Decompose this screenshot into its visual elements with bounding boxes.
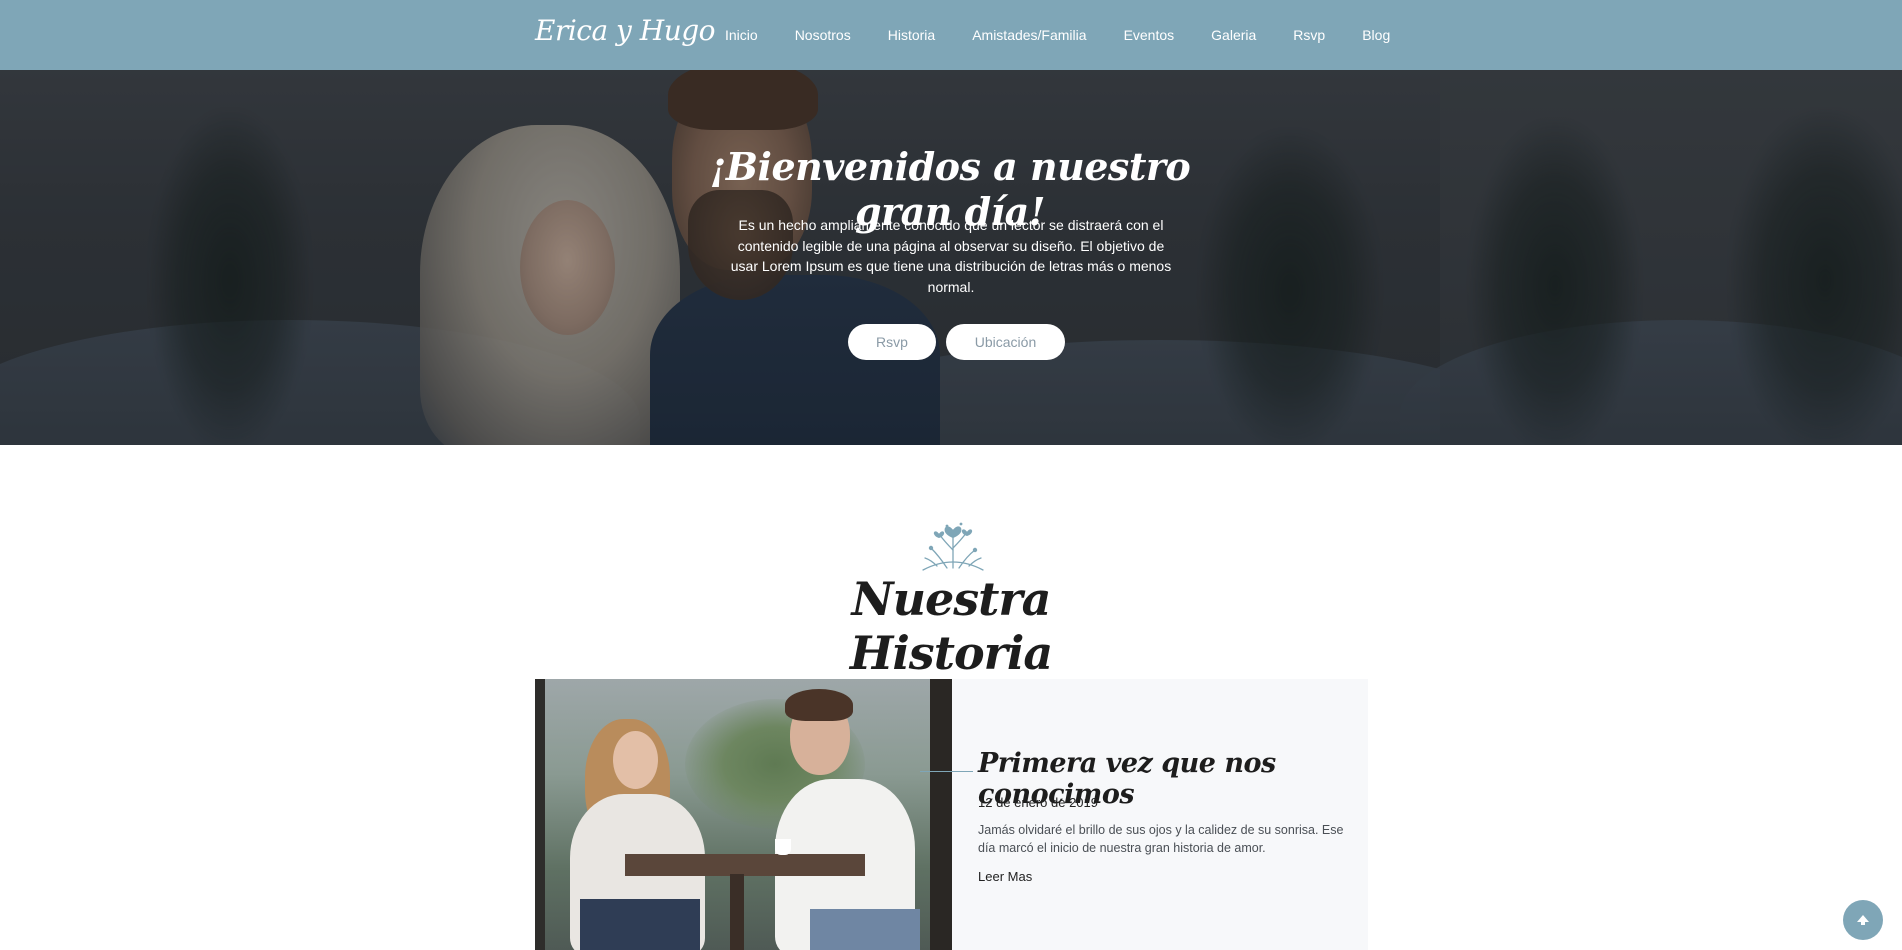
arrow-up-icon xyxy=(1857,915,1869,925)
photo-man-hair xyxy=(785,689,853,721)
story-text: Jamás olvidaré el brillo de sus ojos y l… xyxy=(978,823,1344,855)
story-section-title: Nuestra Historia xyxy=(849,572,1053,680)
photo-table-leg xyxy=(730,874,744,950)
photo-window-frame xyxy=(930,679,952,950)
story-card xyxy=(952,679,1368,950)
brand-logo[interactable]: Erica y Hugo xyxy=(535,14,716,47)
rsvp-button[interactable]: Rsvp xyxy=(848,324,936,360)
photo-cup xyxy=(775,839,791,855)
main-nav: Inicio Nosotros Historia Amistades/Famil… xyxy=(725,0,1427,70)
nav-item-amistades-familia[interactable]: Amistades/Familia xyxy=(972,27,1086,43)
story-date: 12 de enero de 2019 xyxy=(978,795,1098,810)
nav-item-rsvp[interactable]: Rsvp xyxy=(1293,27,1325,43)
nav-item-blog[interactable]: Blog xyxy=(1362,27,1390,43)
nav-item-galeria[interactable]: Galeria xyxy=(1211,27,1256,43)
photo-man-jeans xyxy=(810,909,920,950)
nav-item-inicio[interactable]: Inicio xyxy=(725,27,758,43)
nav-item-eventos[interactable]: Eventos xyxy=(1124,27,1175,43)
navbar: Erica y Hugo Inicio Nosotros Historia Am… xyxy=(0,0,1902,70)
scroll-top-button[interactable] xyxy=(1843,900,1883,940)
read-more-link[interactable]: Leer Mas xyxy=(978,869,1032,884)
photo-woman-face xyxy=(613,731,658,789)
nav-item-nosotros[interactable]: Nosotros xyxy=(795,27,851,43)
flower-ornament-icon xyxy=(922,522,984,571)
photo-window-frame xyxy=(535,679,545,950)
hero-banner: ¡Bienvenidos a nuestro gran día! Es un h… xyxy=(0,70,1902,445)
story-photo xyxy=(535,679,952,950)
location-button[interactable]: Ubicación xyxy=(946,324,1065,360)
story-connector-line xyxy=(920,771,973,772)
photo-woman-jeans xyxy=(580,899,700,950)
photo-table xyxy=(625,854,865,876)
nav-item-historia[interactable]: Historia xyxy=(888,27,935,43)
hero-description: Es un hecho ampliamente conocido que un … xyxy=(730,217,1172,295)
